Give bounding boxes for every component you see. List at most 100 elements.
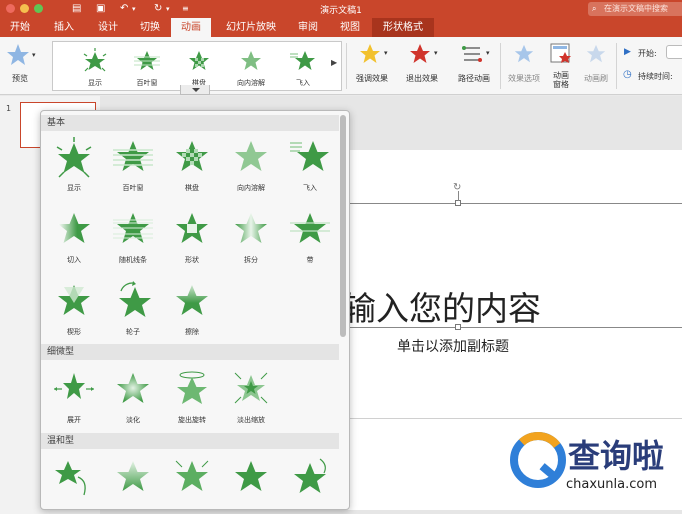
section-header-basic: 基本 (41, 115, 339, 131)
shape-star-icon (176, 213, 208, 243)
animation-pane-icon (550, 43, 571, 63)
start-select[interactable] (666, 45, 682, 59)
wheel-star-icon (119, 281, 151, 317)
animation-pane-button[interactable]: 动画 窗格 (546, 41, 576, 93)
effect-label: 展开 (67, 416, 81, 424)
tab-review[interactable]: 审阅 (288, 18, 328, 37)
effect-moderate-4[interactable] (224, 457, 278, 509)
moderate-star-icon (55, 461, 86, 496)
effect-label: 轮子 (126, 328, 140, 336)
tab-animations[interactable]: 动画 (171, 18, 211, 37)
exit-effects-button[interactable]: ▾ 退出效果 (400, 41, 444, 91)
moderate-star-icon (117, 461, 149, 491)
gallery-scroll-right-icon[interactable]: ▶ (331, 58, 337, 67)
effect-options-button[interactable]: 效果选项 (504, 41, 544, 91)
checkerboard-star-icon (176, 141, 208, 171)
effect-appear[interactable]: 显示 (47, 137, 101, 197)
search-input[interactable]: ⌕ 在演示文稿中搜索 (588, 2, 682, 16)
gallery-item-appear[interactable]: 显示 (73, 46, 117, 88)
emphasis-dropdown-icon[interactable]: ▾ (384, 49, 388, 57)
effect-options-label: 效果选项 (508, 74, 540, 83)
fly-in-star-icon (290, 51, 315, 70)
animation-painter-button[interactable]: 动画刷 (578, 41, 614, 91)
title-placeholder[interactable]: 输入您的内容 (343, 282, 541, 330)
effect-strips[interactable]: 带 (283, 209, 337, 269)
emphasis-star-icon (360, 44, 380, 63)
tab-shape-format[interactable]: 形状格式 (372, 18, 434, 37)
effect-wheel[interactable]: 轮子 (106, 281, 160, 341)
duration-label: 持续时间: (638, 72, 673, 81)
moderate-star-icon (235, 461, 267, 491)
effect-blinds[interactable]: 百叶窗 (106, 137, 160, 197)
effect-moderate-2[interactable] (106, 457, 160, 509)
motion-path-icon (462, 46, 482, 62)
popup-scrollbar[interactable] (340, 115, 346, 337)
appear-star-icon (56, 137, 92, 178)
motion-path-button[interactable]: ▾ 路径动画 (452, 41, 496, 91)
tab-transitions[interactable]: 切换 (130, 18, 170, 37)
ribbon-separator (500, 43, 501, 89)
rotate-connector (458, 191, 459, 201)
emphasis-effects-button[interactable]: ▾ 强调效果 (350, 41, 394, 91)
tab-view[interactable]: 视图 (330, 18, 370, 37)
effect-moderate-5[interactable] (283, 457, 337, 509)
fly-in-star-icon (290, 141, 329, 171)
effect-fade-zoom[interactable]: 淡出缩放 (224, 369, 278, 429)
tab-slideshow[interactable]: 幻灯片放映 (216, 18, 286, 37)
effect-label: 随机线条 (119, 256, 147, 264)
expand-star-icon (54, 373, 94, 399)
effect-label: 百叶窗 (122, 184, 144, 192)
animations-ribbon: ▾ 预览 显示 百叶窗 棋盘 向内溶解 飞入 ▶ ▾ 强调效果 ▾ 退出效果 ▾… (0, 37, 682, 95)
effect-expand[interactable]: 展开 (47, 369, 101, 429)
effect-fade[interactable]: 淡化 (106, 369, 160, 429)
preview-star-icon (7, 44, 29, 65)
effect-dissolve-in[interactable]: 向内溶解 (224, 137, 278, 197)
effect-label: 显示 (67, 184, 81, 192)
exit-effects-label: 退出效果 (406, 74, 438, 83)
wipe-star-icon (176, 285, 208, 315)
preview-dropdown-icon[interactable]: ▾ (32, 51, 36, 59)
effect-label: 棋盘 (185, 184, 199, 192)
tab-home[interactable]: 开始 (0, 18, 40, 37)
effect-peek-in[interactable]: 切入 (47, 209, 101, 269)
preview-label: 预览 (12, 74, 28, 83)
effect-shape[interactable]: 形状 (165, 209, 219, 269)
split-star-icon (235, 213, 267, 243)
gallery-item-dissolve-in[interactable]: 向内溶解 (229, 46, 273, 88)
effect-label: 拆分 (244, 256, 258, 264)
subtitle-placeholder[interactable]: 单击以添加副标题 (397, 336, 509, 356)
preview-button[interactable]: ▾ 预览 (2, 41, 38, 91)
title-bar: ▤ ▣ ↶ ▾ ↻ ▾ ≡ 演示文稿1 ⌕ 在演示文稿中搜索 (0, 0, 682, 18)
effect-checkerboard[interactable]: 棋盘 (165, 137, 219, 197)
gallery-item-checkerboard[interactable]: 棋盘 (177, 46, 221, 88)
effect-moderate-1[interactable] (47, 457, 101, 509)
effect-label: 切入 (67, 256, 81, 264)
effect-moderate-3[interactable] (165, 457, 219, 509)
dissolve-star-icon (235, 141, 267, 171)
effect-split[interactable]: 拆分 (224, 209, 278, 269)
start-label: 开始: (638, 49, 657, 58)
tab-design[interactable]: 设计 (88, 18, 128, 37)
random-bars-star-icon (113, 213, 153, 243)
gallery-item-fly-in[interactable]: 飞入 (281, 46, 325, 88)
motion-path-dropdown-icon[interactable]: ▾ (486, 49, 490, 57)
fade-zoom-star-icon (234, 372, 268, 404)
animation-painter-icon (586, 44, 606, 63)
play-icon[interactable]: ▶ (624, 47, 631, 57)
animation-pane-label-line2: 窗格 (553, 80, 569, 89)
effect-label: 带 (306, 256, 314, 264)
effect-random-bars[interactable]: 随机线条 (106, 209, 160, 269)
gallery-label-blinds: 百叶窗 (136, 79, 158, 87)
effect-wipe[interactable]: 擦除 (165, 281, 219, 341)
gallery-item-blinds[interactable]: 百叶窗 (125, 46, 169, 88)
gallery-label-fly-in: 飞入 (296, 79, 310, 87)
wedge-star-icon (58, 285, 90, 315)
gallery-expand-button[interactable] (180, 85, 210, 95)
effect-fade-turn[interactable]: 旋出旋转 (165, 369, 219, 429)
search-icon: ⌕ (592, 4, 597, 13)
tab-insert[interactable]: 插入 (44, 18, 84, 37)
ribbon-separator (346, 43, 347, 89)
effect-fly-in[interactable]: 飞入 (283, 137, 337, 197)
effect-wedge[interactable]: 楔形 (47, 281, 101, 341)
exit-dropdown-icon[interactable]: ▾ (434, 49, 438, 57)
